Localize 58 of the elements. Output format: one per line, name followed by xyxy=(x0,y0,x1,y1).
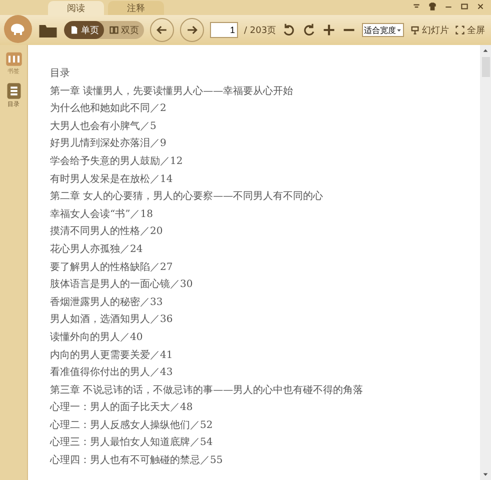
toc-line: 目录 xyxy=(50,67,71,81)
toc-line: 学会给予失意的男人鼓励／12 xyxy=(50,154,184,169)
view-mode-tab[interactable]: 双页 xyxy=(104,21,144,39)
toc-line: 内向的男人更需要关爱／41 xyxy=(50,348,174,362)
page-total: / 203页 xyxy=(244,24,276,36)
fullscreen-icon xyxy=(455,25,466,35)
slideshow-button[interactable]: 幻灯片 xyxy=(410,24,450,36)
toc-line: 有时男人发呆是在放松／14 xyxy=(50,172,174,187)
two-page-icon xyxy=(109,25,119,35)
toc-line: 心理三：男人最怕女人知道底牌／54 xyxy=(50,436,214,450)
tab[interactable]: 注释 xyxy=(108,1,164,15)
zoom-select[interactable]: 适合宽度 xyxy=(362,23,404,37)
toc-line: 读懂外向的男人／40 xyxy=(50,330,144,345)
toc-line: 心理四：男人也有不可触碰的禁忌／55 xyxy=(50,454,224,468)
page-icon xyxy=(69,25,79,35)
maximize-button[interactable] xyxy=(460,2,469,11)
fullscreen-button[interactable]: 全屏 xyxy=(455,24,486,36)
toc-line: 要了解男人的性格缺陷／27 xyxy=(50,260,174,275)
zoom-in-button[interactable] xyxy=(322,23,336,37)
scroll-down-icon xyxy=(482,471,489,478)
back-button[interactable] xyxy=(150,18,174,42)
toc-line: 香烟泄露男人的秘密／33 xyxy=(50,296,164,310)
toc-line: 肢体语言是男人的一面心镜／30 xyxy=(50,278,194,292)
dropdown-caret-icon xyxy=(396,26,402,34)
projector-screen-icon xyxy=(410,25,420,35)
skin-button[interactable] xyxy=(428,2,437,11)
forward-button[interactable] xyxy=(180,18,204,42)
shirt-icon xyxy=(428,2,437,11)
toc-line: 摸清不同男人的性格／20 xyxy=(50,224,164,240)
maximize-icon xyxy=(460,2,469,11)
toc-line: 好男儿情到深处亦落泪／9 xyxy=(50,136,168,152)
scrollbar[interactable] xyxy=(480,45,491,480)
tab[interactable]: 阅读 xyxy=(48,1,104,15)
rotate-left-button[interactable] xyxy=(282,23,296,37)
toc-line: 为什么他和她如此不同／2 xyxy=(50,102,168,116)
plus-icon xyxy=(322,23,336,37)
toc-line: 第二章 女人的心要猜，男人的心要察——不同男人有不同的心 xyxy=(50,190,324,204)
left-arrow-icon xyxy=(155,23,169,37)
rotate-left-icon xyxy=(282,23,296,37)
close-button[interactable] xyxy=(476,2,485,11)
toc-line: 心理一：男人的面子比天大／48 xyxy=(50,400,194,416)
toc-line: 看准值得你付出的男人／43 xyxy=(50,366,174,380)
view-mode-tab[interactable]: 单页 xyxy=(64,21,104,39)
scroll-up-icon xyxy=(482,47,489,54)
page-number-field[interactable]: 1 xyxy=(210,22,238,38)
close-icon xyxy=(476,2,485,11)
list-icon xyxy=(4,82,22,100)
rotate-right-button[interactable] xyxy=(302,23,316,37)
toc-line: 第三章 不说忌讳的话，不做忌讳的事——男人的心中也有碰不得的角落 xyxy=(50,384,364,398)
toc-line: 花心男人亦孤独／24 xyxy=(50,242,144,257)
toc-line: 男人如酒，选酒知男人／36 xyxy=(50,312,174,328)
rotate-right-icon xyxy=(302,23,316,37)
right-arrow-icon xyxy=(185,23,199,37)
toc-line: 幸福女人会读“书”／18 xyxy=(50,208,154,222)
toc-line: 大男人也会有小脾气／5 xyxy=(50,120,158,134)
scroll-thumb[interactable] xyxy=(482,57,490,77)
toc-line: 心理二：男人反感女人操纵他们／52 xyxy=(50,418,214,433)
toc-line: 第一章 读懂男人，先要读懂男人心——幸福要从心开始 xyxy=(50,84,294,99)
